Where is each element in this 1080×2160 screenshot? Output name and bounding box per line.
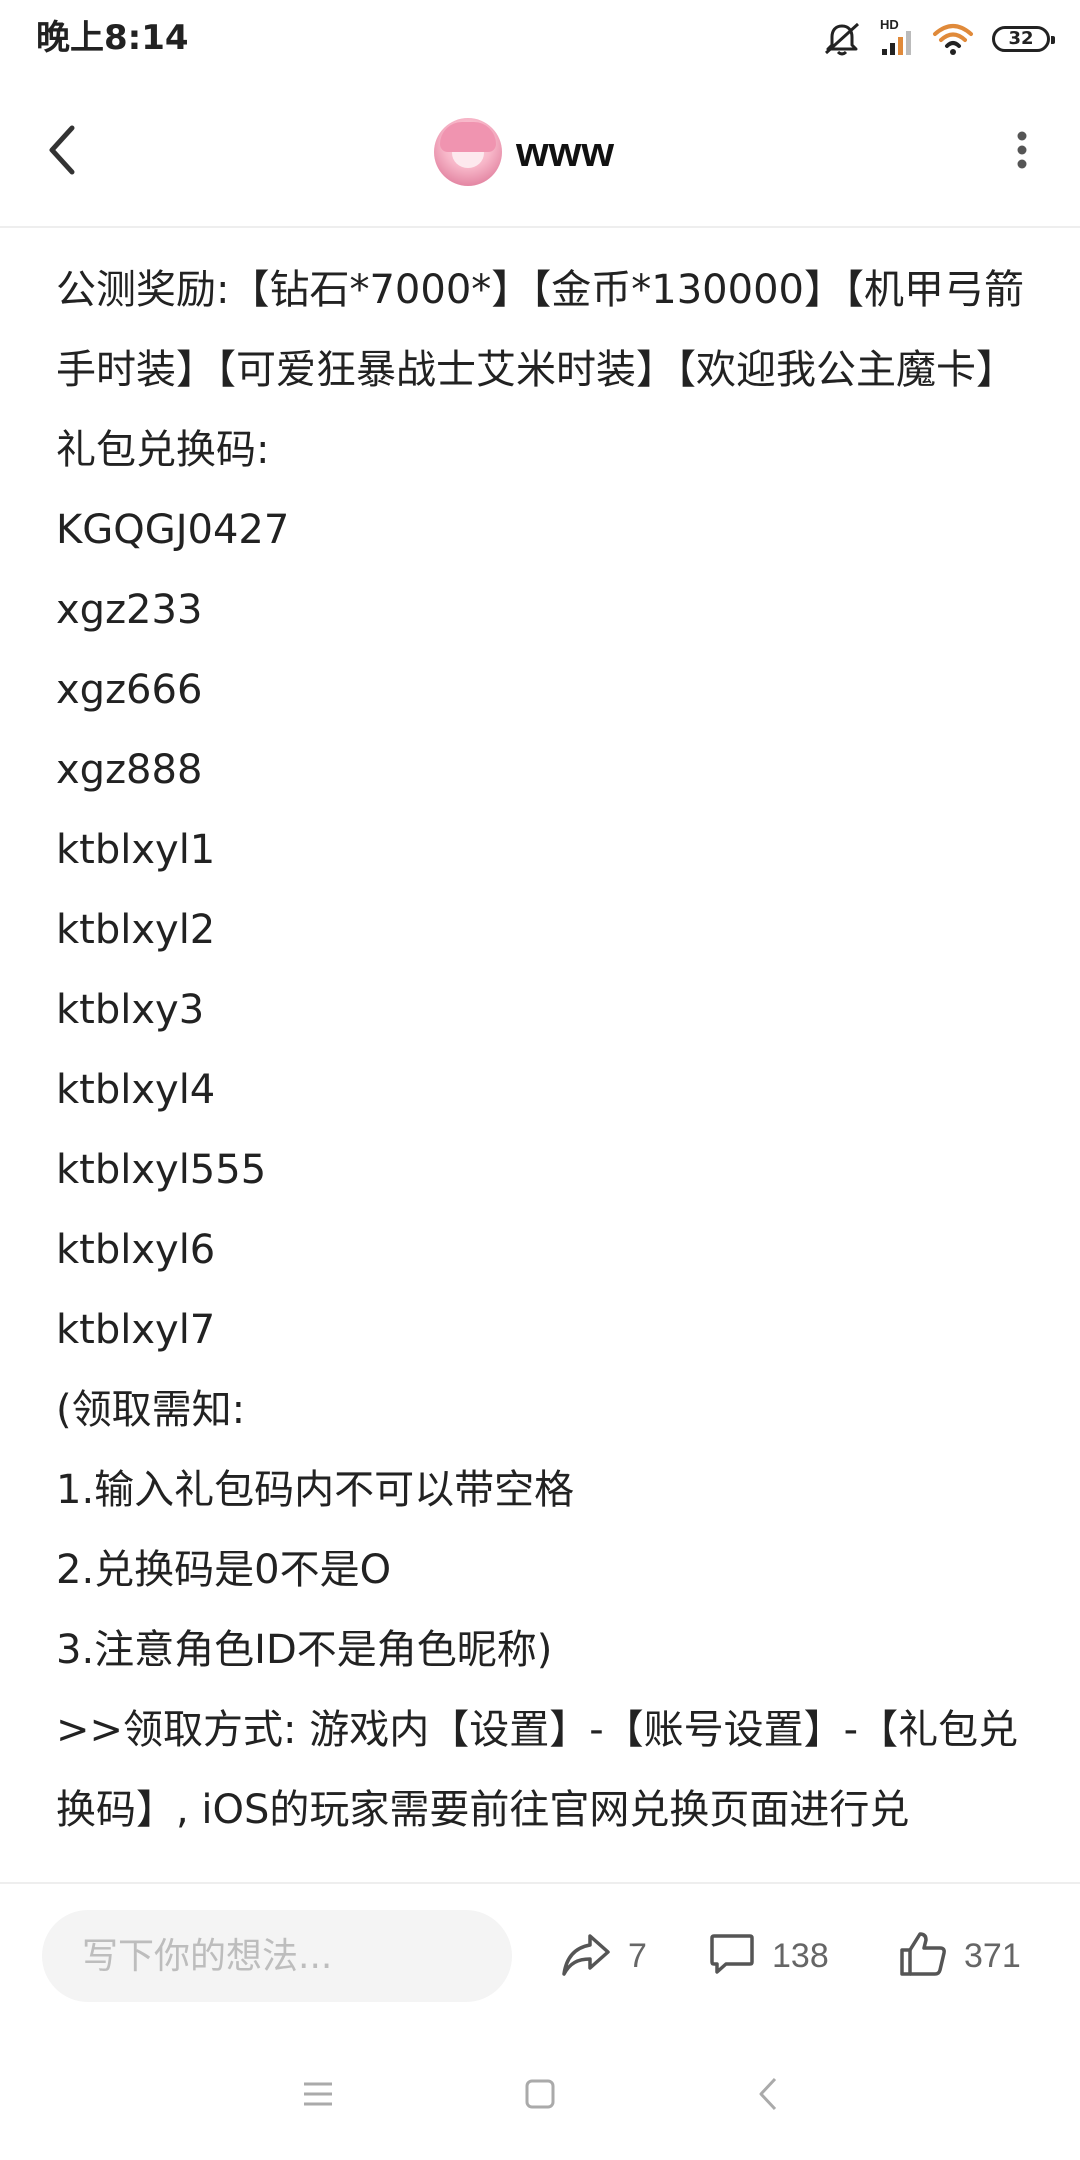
gift-code: ktblxyl555: [56, 1147, 267, 1193]
comment-count: 138: [772, 1936, 829, 1975]
notice-item: 2.兑换码是0不是O: [56, 1547, 392, 1593]
gift-code: ktblxyl4: [56, 1067, 216, 1113]
battery-icon: 32: [992, 26, 1055, 52]
notice-heading: (领取需知:: [56, 1387, 246, 1433]
redeem-method: >>领取方式: 游戏内【设置】-【账号设置】-【礼包兑换码】, iOS的玩家需要…: [56, 1707, 1019, 1833]
square-icon: [525, 2079, 555, 2113]
gift-code: xgz888: [56, 747, 203, 793]
article-body: 公测奖励:【钻石*7000*】【金币*130000】【机甲弓箭手时装】【可爱狂暴…: [56, 250, 1030, 1850]
signal-icon: HD: [880, 17, 914, 57]
system-back-button[interactable]: [738, 2066, 798, 2126]
gift-code: xgz666: [56, 667, 203, 713]
home-button[interactable]: [510, 2066, 570, 2126]
back-arrow-icon: [44, 124, 80, 180]
gift-code: ktblxyl1: [56, 827, 216, 873]
comment-button[interactable]: 138: [708, 1920, 829, 1992]
like-button[interactable]: 371: [898, 1920, 1021, 1992]
like-count: 371: [964, 1936, 1021, 1975]
share-count: 7: [628, 1936, 647, 1975]
gift-code: ktblxyl6: [56, 1227, 216, 1273]
comment-input[interactable]: [42, 1910, 512, 2002]
reward-text: 公测奖励:【钻石*7000*】【金币*130000】【机甲弓箭手时装】【可爱狂暴…: [56, 267, 1024, 393]
status-bar: 晚上8:14 HD 32: [0, 0, 1080, 80]
share-button[interactable]: 7: [560, 1920, 647, 1992]
post-content[interactable]: 公测奖励:【钻石*7000*】【金币*130000】【机甲弓箭手时装】【可爱狂暴…: [0, 230, 1080, 1882]
author-name[interactable]: www: [516, 122, 614, 182]
system-nav-bar: [0, 2030, 1080, 2160]
gift-code: KGQGJ0427: [56, 507, 290, 553]
wifi-icon: [932, 22, 974, 56]
status-time: 晚上8:14: [36, 18, 189, 58]
back-button[interactable]: [30, 120, 94, 184]
avatar[interactable]: [434, 118, 502, 186]
more-button[interactable]: [992, 120, 1052, 184]
code-heading: 礼包兑换码:: [56, 427, 270, 473]
post-header: www: [0, 80, 1080, 228]
gift-code: ktblxyl7: [56, 1307, 216, 1353]
recent-apps-button[interactable]: [288, 2066, 348, 2126]
author-info[interactable]: www: [434, 116, 614, 188]
status-icons: HD 32: [822, 17, 1055, 60]
mute-icon: [822, 21, 862, 57]
action-bar: 7 138 371: [0, 1882, 1080, 2030]
gift-code: ktblxy3: [56, 987, 205, 1033]
thumbs-up-icon: [898, 1930, 948, 1982]
notice-item: 3.注意角色ID不是角色昵称): [56, 1627, 553, 1673]
notice-item: 1.输入礼包码内不可以带空格: [56, 1467, 575, 1513]
gift-code: ktblxyl2: [56, 907, 216, 953]
menu-icon: [302, 2081, 334, 2111]
comment-icon: [708, 1931, 756, 1981]
battery-level: 32: [1008, 28, 1034, 49]
more-vertical-icon: [1016, 130, 1028, 174]
chevron-left-icon: [757, 2077, 779, 2115]
gift-code: xgz233: [56, 587, 203, 633]
share-icon: [560, 1930, 612, 1982]
